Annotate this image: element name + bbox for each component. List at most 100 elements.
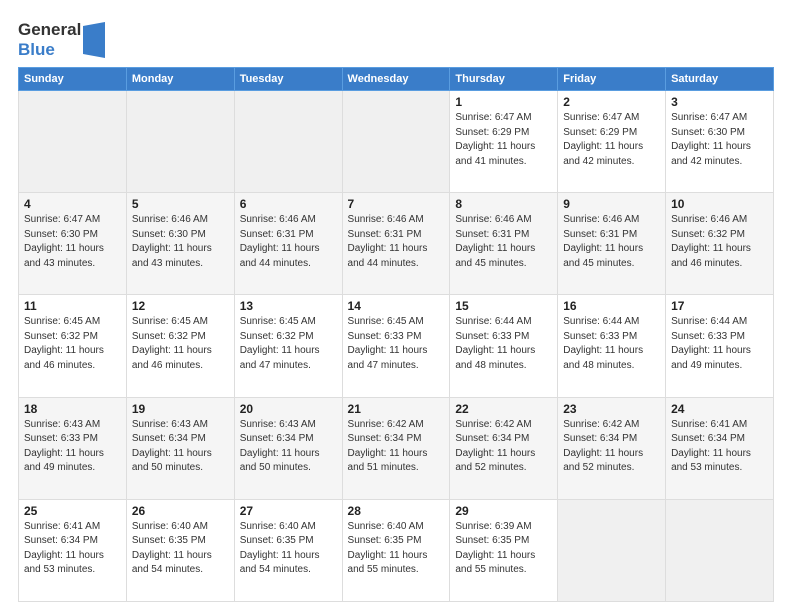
day-number: 29: [455, 504, 552, 518]
day-number: 17: [671, 299, 768, 313]
day-number: 12: [132, 299, 229, 313]
day-info: Sunrise: 6:45 AM Sunset: 6:32 PM Dayligh…: [132, 315, 229, 373]
day-number: 20: [240, 402, 337, 416]
day-number: 3: [671, 95, 768, 109]
day-number: 19: [132, 402, 229, 416]
day-number: 16: [563, 299, 660, 313]
day-number: 1: [455, 95, 552, 109]
table-cell: 17 Sunrise: 6:44 AM Sunset: 6:33 PM Dayli…: [666, 295, 774, 397]
day-info: Sunrise: 6:46 AM Sunset: 6:31 PM Dayligh…: [455, 213, 552, 271]
day-number: 27: [240, 504, 337, 518]
day-info: Sunrise: 6:47 AM Sunset: 6:30 PM Dayligh…: [671, 111, 768, 169]
table-cell: 25Sunrise: 6:41 AM Sunset: 6:34 PM Dayli…: [19, 499, 127, 601]
day-number: 10: [671, 197, 768, 211]
table-cell: 4Sunrise: 6:47 AM Sunset: 6:30 PM Daylig…: [19, 193, 127, 295]
day-number: 21: [348, 402, 445, 416]
table-cell: [19, 91, 127, 193]
day-number: 9: [563, 197, 660, 211]
day-info: Sunrise: 6:44 AM Sunset: 6:33 PM Dayligh…: [563, 315, 660, 373]
calendar-week-row: 4Sunrise: 6:47 AM Sunset: 6:30 PM Daylig…: [19, 193, 774, 295]
day-info: Sunrise: 6:42 AM Sunset: 6:34 PM Dayligh…: [348, 418, 445, 476]
table-cell: [234, 91, 342, 193]
table-cell: 6 Sunrise: 6:46 AM Sunset: 6:31 PM Daylig…: [234, 193, 342, 295]
table-cell: 16 Sunrise: 6:44 AM Sunset: 6:33 PM Dayli…: [558, 295, 666, 397]
header: General Blue: [18, 16, 774, 59]
day-info: Sunrise: 6:44 AM Sunset: 6:33 PM Dayligh…: [455, 315, 552, 373]
table-cell: 11Sunrise: 6:45 AM Sunset: 6:32 PM Dayli…: [19, 295, 127, 397]
day-number: 2: [563, 95, 660, 109]
table-cell: [666, 499, 774, 601]
day-number: 23: [563, 402, 660, 416]
day-number: 14: [348, 299, 445, 313]
col-tuesday: Tuesday: [234, 68, 342, 91]
logo-arrow-icon: [83, 22, 105, 58]
day-info: Sunrise: 6:39 AM Sunset: 6:35 PM Dayligh…: [455, 520, 552, 578]
table-cell: 7 Sunrise: 6:46 AM Sunset: 6:31 PM Daylig…: [342, 193, 450, 295]
day-number: 5: [132, 197, 229, 211]
table-cell: [342, 91, 450, 193]
day-info: Sunrise: 6:47 AM Sunset: 6:29 PM Dayligh…: [563, 111, 660, 169]
day-info: Sunrise: 6:47 AM Sunset: 6:29 PM Dayligh…: [455, 111, 552, 169]
calendar-week-row: 18Sunrise: 6:43 AM Sunset: 6:33 PM Dayli…: [19, 397, 774, 499]
table-cell: [126, 91, 234, 193]
day-info: Sunrise: 6:47 AM Sunset: 6:30 PM Dayligh…: [24, 213, 121, 271]
day-info: Sunrise: 6:43 AM Sunset: 6:33 PM Dayligh…: [24, 418, 121, 476]
logo-general: General: [18, 20, 81, 40]
table-cell: 9 Sunrise: 6:46 AM Sunset: 6:31 PM Daylig…: [558, 193, 666, 295]
calendar-week-row: 25Sunrise: 6:41 AM Sunset: 6:34 PM Dayli…: [19, 499, 774, 601]
col-saturday: Saturday: [666, 68, 774, 91]
day-info: Sunrise: 6:46 AM Sunset: 6:31 PM Dayligh…: [563, 213, 660, 271]
day-info: Sunrise: 6:45 AM Sunset: 6:32 PM Dayligh…: [240, 315, 337, 373]
table-cell: 12 Sunrise: 6:45 AM Sunset: 6:32 PM Dayli…: [126, 295, 234, 397]
table-cell: 3 Sunrise: 6:47 AM Sunset: 6:30 PM Daylig…: [666, 91, 774, 193]
day-number: 7: [348, 197, 445, 211]
table-cell: 22 Sunrise: 6:42 AM Sunset: 6:34 PM Dayli…: [450, 397, 558, 499]
day-info: Sunrise: 6:45 AM Sunset: 6:32 PM Dayligh…: [24, 315, 121, 373]
day-info: Sunrise: 6:43 AM Sunset: 6:34 PM Dayligh…: [132, 418, 229, 476]
table-cell: 18Sunrise: 6:43 AM Sunset: 6:33 PM Dayli…: [19, 397, 127, 499]
calendar-week-row: 1 Sunrise: 6:47 AM Sunset: 6:29 PM Daylig…: [19, 91, 774, 193]
day-info: Sunrise: 6:44 AM Sunset: 6:33 PM Dayligh…: [671, 315, 768, 373]
table-cell: 15 Sunrise: 6:44 AM Sunset: 6:33 PM Dayli…: [450, 295, 558, 397]
day-info: Sunrise: 6:40 AM Sunset: 6:35 PM Dayligh…: [348, 520, 445, 578]
day-info: Sunrise: 6:43 AM Sunset: 6:34 PM Dayligh…: [240, 418, 337, 476]
table-cell: [558, 499, 666, 601]
table-cell: 28 Sunrise: 6:40 AM Sunset: 6:35 PM Dayli…: [342, 499, 450, 601]
logo: General Blue: [18, 20, 105, 59]
calendar-table: Sunday Monday Tuesday Wednesday Thursday…: [18, 67, 774, 602]
table-cell: 19 Sunrise: 6:43 AM Sunset: 6:34 PM Dayli…: [126, 397, 234, 499]
day-info: Sunrise: 6:41 AM Sunset: 6:34 PM Dayligh…: [24, 520, 121, 578]
day-number: 22: [455, 402, 552, 416]
day-number: 26: [132, 504, 229, 518]
day-number: 15: [455, 299, 552, 313]
page: General Blue Sunday Monday Tuesday Wedne…: [0, 0, 792, 612]
day-info: Sunrise: 6:46 AM Sunset: 6:31 PM Dayligh…: [240, 213, 337, 271]
calendar-week-row: 11Sunrise: 6:45 AM Sunset: 6:32 PM Dayli…: [19, 295, 774, 397]
day-number: 28: [348, 504, 445, 518]
table-cell: 14Sunrise: 6:45 AM Sunset: 6:33 PM Dayli…: [342, 295, 450, 397]
table-cell: 23 Sunrise: 6:42 AM Sunset: 6:34 PM Dayli…: [558, 397, 666, 499]
table-cell: 21 Sunrise: 6:42 AM Sunset: 6:34 PM Dayli…: [342, 397, 450, 499]
day-info: Sunrise: 6:42 AM Sunset: 6:34 PM Dayligh…: [563, 418, 660, 476]
table-cell: 10 Sunrise: 6:46 AM Sunset: 6:32 PM Dayli…: [666, 193, 774, 295]
day-number: 8: [455, 197, 552, 211]
table-cell: 26 Sunrise: 6:40 AM Sunset: 6:35 PM Dayli…: [126, 499, 234, 601]
day-number: 13: [240, 299, 337, 313]
table-cell: 24Sunrise: 6:41 AM Sunset: 6:34 PM Dayli…: [666, 397, 774, 499]
day-info: Sunrise: 6:40 AM Sunset: 6:35 PM Dayligh…: [240, 520, 337, 578]
col-sunday: Sunday: [19, 68, 127, 91]
day-info: Sunrise: 6:42 AM Sunset: 6:34 PM Dayligh…: [455, 418, 552, 476]
col-monday: Monday: [126, 68, 234, 91]
table-cell: 13 Sunrise: 6:45 AM Sunset: 6:32 PM Dayli…: [234, 295, 342, 397]
day-number: 6: [240, 197, 337, 211]
day-info: Sunrise: 6:46 AM Sunset: 6:32 PM Dayligh…: [671, 213, 768, 271]
col-friday: Friday: [558, 68, 666, 91]
day-info: Sunrise: 6:40 AM Sunset: 6:35 PM Dayligh…: [132, 520, 229, 578]
day-info: Sunrise: 6:46 AM Sunset: 6:31 PM Dayligh…: [348, 213, 445, 271]
table-cell: 1 Sunrise: 6:47 AM Sunset: 6:29 PM Daylig…: [450, 91, 558, 193]
table-cell: 27 Sunrise: 6:40 AM Sunset: 6:35 PM Dayli…: [234, 499, 342, 601]
logo-blue: Blue: [18, 40, 81, 60]
day-info: Sunrise: 6:41 AM Sunset: 6:34 PM Dayligh…: [671, 418, 768, 476]
table-cell: 29 Sunrise: 6:39 AM Sunset: 6:35 PM Dayli…: [450, 499, 558, 601]
day-info: Sunrise: 6:46 AM Sunset: 6:30 PM Dayligh…: [132, 213, 229, 271]
